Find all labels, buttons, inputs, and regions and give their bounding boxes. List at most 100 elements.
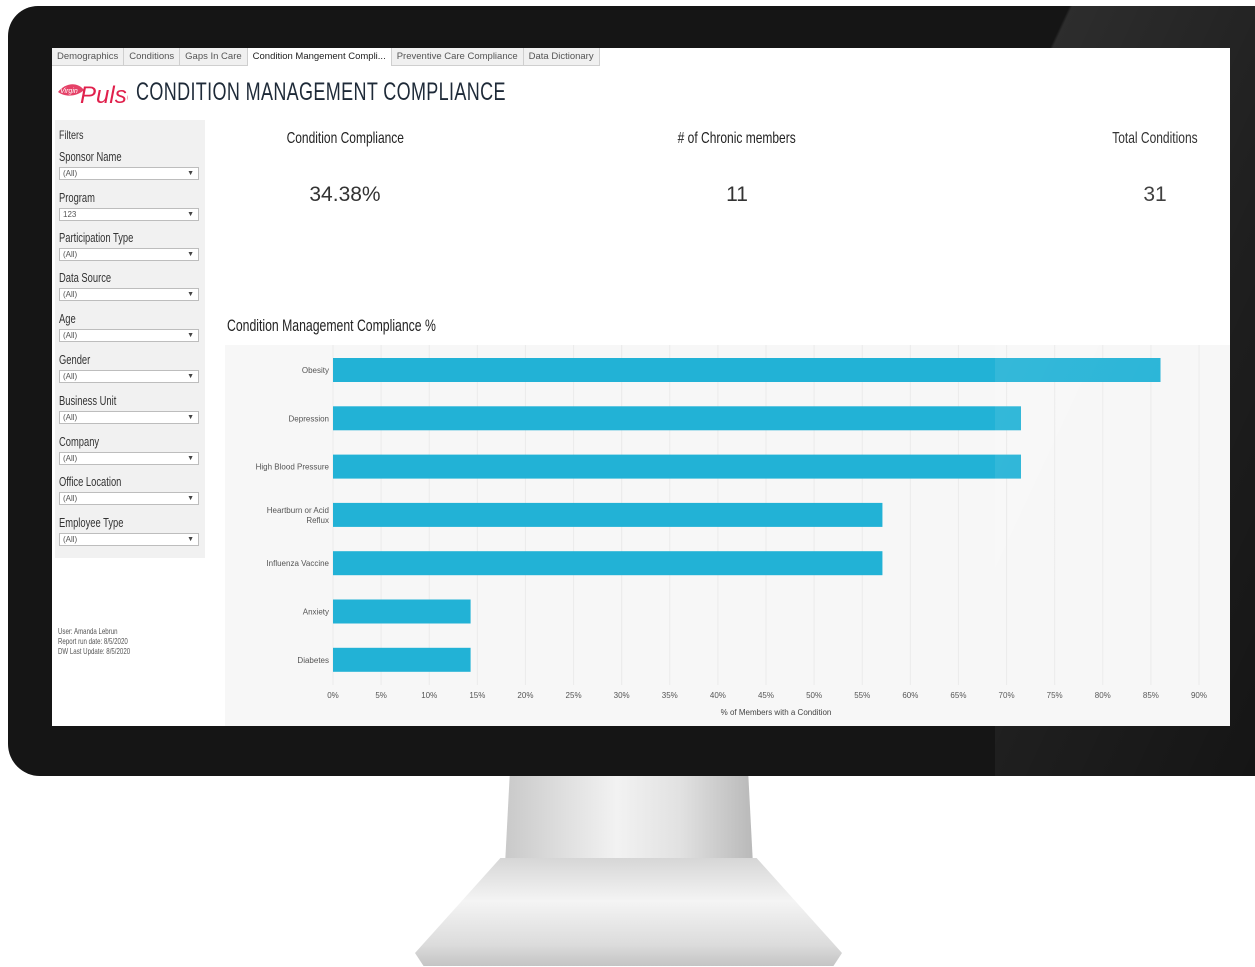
employee-type-select[interactable]: (All) ▼ — [59, 533, 199, 546]
x-tick-label: 50% — [806, 691, 822, 700]
sponsor-name-select[interactable]: (All) ▼ — [59, 167, 199, 180]
tab-data-dictionary[interactable]: Data Dictionary — [524, 48, 600, 65]
filter-label: Business Unit — [59, 394, 117, 408]
x-tick-label: 70% — [999, 691, 1015, 700]
filter-company: Company (All) ▼ — [59, 435, 199, 465]
bar-diabetes — [333, 647, 471, 672]
filter-gender: Gender (All) ▼ — [59, 353, 199, 383]
x-tick-label: 30% — [614, 691, 630, 700]
gender-select[interactable]: (All) ▼ — [59, 370, 199, 383]
x-tick-label: 85% — [1143, 691, 1159, 700]
report-user: User: Amanda Lebrun — [58, 626, 118, 636]
filter-data-source: Data Source (All) ▼ — [59, 271, 199, 301]
kpi-value: 34.38% — [309, 183, 381, 206]
business-unit-select[interactable]: (All) ▼ — [59, 411, 199, 424]
report-info: User: Amanda Lebrun Report run date: 8/5… — [58, 626, 158, 656]
page-title: CONDITION MANAGEMENT COMPLIANCE — [136, 78, 506, 106]
category-label: Heartburn or Acid — [267, 506, 329, 515]
x-tick-label: 65% — [950, 691, 966, 700]
dropdown-arrow-icon: ▼ — [187, 332, 194, 339]
select-value: (All) — [63, 169, 78, 178]
select-value: (All) — [63, 290, 78, 299]
x-tick-label: 75% — [1047, 691, 1063, 700]
filters-panel: Filters Sponsor Name (All) ▼ Program 123 ▼… — [55, 120, 205, 558]
filter-label: Company — [59, 435, 100, 449]
filter-label: Office Location — [59, 475, 122, 489]
participation-type-select[interactable]: (All) ▼ — [59, 248, 199, 261]
select-value: 123 — [63, 210, 77, 219]
dropdown-arrow-icon: ▼ — [187, 373, 194, 380]
category-label: Influenza Vaccine — [266, 559, 329, 568]
bar-chart: 0% 5% 10% 15% 20% 25% 30% 35% 40% 45% 50% 55% 60% 65%… — [256, 345, 1207, 717]
program-select[interactable]: 123 ▼ — [59, 208, 199, 221]
x-tick-label: 10% — [421, 691, 437, 700]
select-value: (All) — [63, 250, 78, 259]
x-tick-label: 25% — [566, 691, 582, 700]
select-value: (All) — [63, 372, 78, 381]
tab-bar: Demographics Conditions Gaps In Care Con… — [52, 48, 600, 66]
x-tick-label: 55% — [854, 691, 870, 700]
tab-preventive-care-compliance[interactable]: Preventive Care Compliance — [392, 48, 524, 65]
x-tick-label: 45% — [758, 691, 774, 700]
chart-title: Condition Management Compliance % — [227, 316, 436, 335]
x-tick-label: 60% — [902, 691, 918, 700]
filter-label: Sponsor Name — [59, 150, 122, 164]
report-run-date: Report run date: 8/5/2020 — [58, 636, 128, 646]
logo-script-main: Pulse — [80, 82, 128, 109]
x-tick-label: 15% — [469, 691, 485, 700]
dropdown-arrow-icon: ▼ — [187, 251, 194, 258]
dropdown-arrow-icon: ▼ — [187, 291, 194, 298]
filter-label: Employee Type — [59, 516, 124, 530]
select-value: (All) — [63, 535, 78, 544]
x-tick-label: 20% — [517, 691, 533, 700]
bar-depression — [333, 406, 1021, 431]
x-tick-label: 5% — [375, 691, 387, 700]
office-location-select[interactable]: (All) ▼ — [59, 492, 199, 505]
filter-employee-type: Employee Type (All) ▼ — [59, 516, 199, 546]
filter-office-location: Office Location (All) ▼ — [59, 475, 199, 505]
filter-participation-type: Participation Type (All) ▼ — [59, 231, 199, 261]
category-label: Anxiety — [303, 608, 329, 617]
x-tick-label: 40% — [710, 691, 726, 700]
kpi-label: Condition Compliance — [286, 130, 404, 147]
x-tick-label: 35% — [662, 691, 678, 700]
category-label: High Blood Pressure — [256, 463, 330, 472]
bar-high-blood-pressure — [333, 454, 1021, 479]
kpi-value: 31 — [1143, 183, 1167, 206]
age-select[interactable]: (All) ▼ — [59, 329, 199, 342]
kpi-chronic-members: # of Chronic members 11 — [637, 130, 837, 207]
filter-business-unit: Business Unit (All) ▼ — [59, 394, 199, 424]
data-source-select[interactable]: (All) ▼ — [59, 288, 199, 301]
x-tick-label: 80% — [1095, 691, 1111, 700]
filter-label: Data Source — [59, 271, 112, 285]
monitor-stand-neck — [505, 770, 753, 865]
dropdown-arrow-icon: ▼ — [187, 170, 194, 177]
tab-condition-management-compliance[interactable]: Condition Mangement Compli... — [247, 48, 392, 66]
category-label: Depression — [289, 414, 329, 423]
filter-program: Program 123 ▼ — [59, 191, 199, 221]
category-label: Obesity — [302, 366, 329, 375]
dashboard-screen: Demographics Conditions Gaps In Care Con… — [52, 48, 1230, 726]
kpi-label: Total Conditions — [1112, 130, 1198, 147]
company-select[interactable]: (All) ▼ — [59, 452, 199, 465]
dropdown-arrow-icon: ▼ — [187, 211, 194, 218]
dropdown-arrow-icon: ▼ — [187, 414, 194, 421]
monitor-bezel: Demographics Conditions Gaps In Care Con… — [8, 6, 1255, 776]
filter-label: Gender — [59, 353, 91, 367]
report-dw-update: DW Last Update: 8/5/2020 — [58, 646, 131, 656]
select-value: (All) — [63, 413, 78, 422]
kpi-condition-compliance: Condition Compliance 34.38% — [245, 130, 445, 207]
tab-demographics[interactable]: Demographics — [52, 48, 125, 65]
bar-anxiety — [333, 599, 471, 624]
bar-obesity — [333, 358, 1161, 382]
bar-influenza-vaccine — [333, 551, 883, 576]
filter-label: Participation Type — [59, 231, 134, 245]
tab-gaps-in-care[interactable]: Gaps In Care — [180, 48, 248, 65]
x-tick-label: 0% — [327, 691, 339, 700]
kpi-total-conditions: Total Conditions 31 — [1055, 130, 1230, 207]
category-label: Reflux — [306, 516, 329, 525]
dropdown-arrow-icon: ▼ — [187, 495, 194, 502]
tab-conditions[interactable]: Conditions — [124, 48, 181, 65]
filters-heading: Filters — [59, 128, 84, 142]
select-value: (All) — [63, 454, 78, 463]
